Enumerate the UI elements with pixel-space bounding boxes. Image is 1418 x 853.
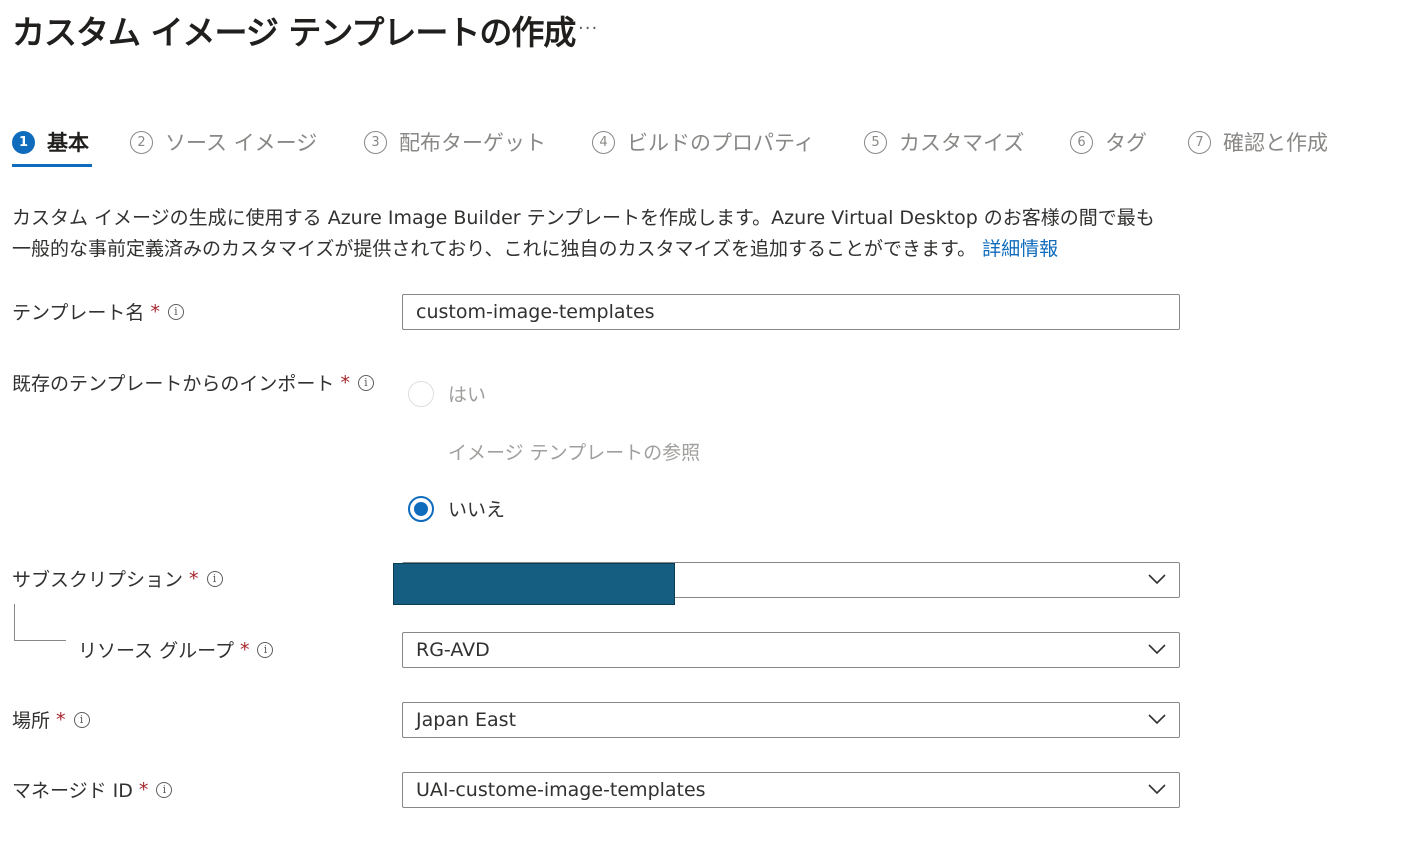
more-options-button[interactable]: ··· [578, 18, 598, 39]
label-text: 場所 [12, 710, 51, 732]
template-name-label: テンプレート名 * i [12, 298, 184, 325]
label-text: サブスクリプション [12, 569, 184, 591]
tab-label: 基本 [47, 131, 89, 155]
description-line-1: カスタム イメージの生成に使用する Azure Image Builder テン… [12, 207, 1155, 229]
info-icon[interactable]: i [357, 374, 374, 391]
tab-customizations[interactable]: 5 カスタマイズ [864, 118, 1024, 166]
required-mark: * [138, 778, 149, 801]
active-tab-indicator [12, 164, 92, 167]
step-number-4: 4 [592, 130, 615, 154]
label-text: マネージド ID [12, 780, 133, 802]
radio-label: いいえ [448, 499, 506, 521]
required-mark: * [56, 708, 66, 731]
tab-distribution-targets[interactable]: 3 配布ターゲット [364, 118, 546, 166]
info-icon[interactable]: i [206, 570, 223, 587]
tab-label: ビルドのプロパティ [627, 131, 815, 155]
select-value: RG-AVD [416, 639, 490, 661]
description-text: 一般的な事前定義済みのカスタマイズが提供されており、これに独自のカスタマイズを追… [12, 238, 977, 260]
managed-id-select[interactable]: UAI-custome-image-templates [402, 772, 1180, 808]
location-select[interactable]: Japan East [402, 702, 1180, 738]
chevron-down-icon [1148, 574, 1166, 585]
step-number-6: 6 [1070, 130, 1093, 154]
step-number-7: 7 [1188, 130, 1211, 154]
subscription-label: サブスクリプション * i [12, 565, 223, 592]
chevron-down-icon [1148, 784, 1166, 795]
step-number-2: 2 [130, 130, 153, 154]
tab-label: 確認と作成 [1223, 131, 1328, 155]
page-title: カスタム イメージ テンプレートの作成 [12, 13, 576, 52]
required-mark: * [150, 300, 160, 323]
info-icon[interactable]: i [167, 303, 184, 320]
location-label: 場所 * i [12, 706, 90, 733]
label-text: リソース グループ [78, 640, 234, 662]
learn-more-link[interactable]: 詳細情報 [982, 238, 1058, 260]
radio-no[interactable]: いいえ [408, 495, 505, 522]
resource-group-select[interactable]: RG-AVD [402, 632, 1180, 668]
tab-basics[interactable]: 1 基本 [12, 118, 89, 166]
tab-label: タグ [1105, 131, 1147, 155]
description: カスタム イメージの生成に使用する Azure Image Builder テン… [12, 203, 1202, 265]
select-value: Japan East [416, 709, 517, 731]
browse-image-template-link: イメージ テンプレートの参照 [448, 438, 700, 465]
managed-id-label: マネージド ID * i [12, 776, 173, 803]
select-value: UAI-custome-image-templates [416, 779, 706, 801]
label-text: 既存のテンプレートからのインポート [12, 373, 335, 395]
info-icon[interactable]: i [73, 711, 90, 728]
info-icon[interactable]: i [156, 781, 173, 798]
redaction-box [393, 563, 675, 605]
description-line-2: 一般的な事前定義済みのカスタマイズが提供されており、これに独自のカスタマイズを追… [12, 234, 1202, 265]
radio-button-checked[interactable] [408, 495, 434, 522]
tab-label: 配布ターゲット [399, 131, 546, 155]
required-mark: * [239, 638, 250, 661]
info-icon[interactable]: i [257, 641, 274, 658]
tree-connector [14, 604, 66, 641]
label-text: テンプレート名 [12, 302, 145, 324]
tab-tags[interactable]: 6 タグ [1070, 118, 1147, 166]
tab-label: ソース イメージ [165, 131, 318, 155]
step-number-1: 1 [12, 130, 35, 154]
tab-review-create[interactable]: 7 確認と作成 [1188, 118, 1328, 166]
import-existing-label: 既存のテンプレートからのインポート * i [12, 369, 374, 396]
chevron-down-icon [1148, 714, 1166, 725]
browse-text: イメージ テンプレートの参照 [448, 442, 701, 464]
radio-button[interactable] [408, 380, 434, 407]
required-mark: * [189, 567, 199, 590]
template-name-input[interactable]: custom-image-templates [402, 294, 1180, 330]
tab-source-image[interactable]: 2 ソース イメージ [130, 118, 317, 166]
step-number-3: 3 [364, 130, 387, 154]
input-value: custom-image-templates [416, 301, 655, 323]
chevron-down-icon [1148, 644, 1166, 655]
tab-label: カスタマイズ [899, 131, 1025, 155]
step-number-5: 5 [864, 130, 887, 154]
radio-dot [414, 501, 428, 516]
radio-yes[interactable]: はい [408, 380, 486, 407]
radio-label: はい [448, 384, 487, 406]
wizard-steps: 1 基本 2 ソース イメージ 3 配布ターゲット 4 ビルドのプロパティ 5 … [12, 118, 1412, 168]
tab-build-properties[interactable]: 4 ビルドのプロパティ [592, 118, 815, 166]
required-mark: * [340, 371, 350, 394]
resource-group-label: リソース グループ * i [78, 636, 274, 663]
